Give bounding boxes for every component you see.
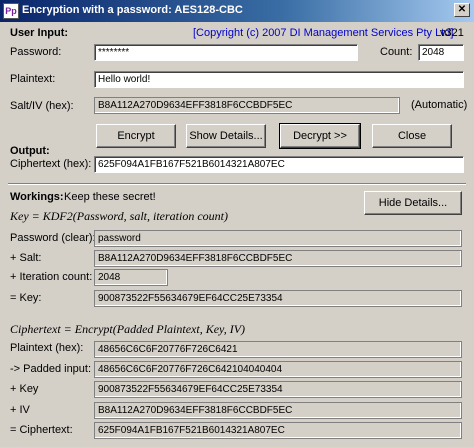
iteration-count-label: + Iteration count: — [10, 271, 93, 283]
show-details-button[interactable]: Show Details... — [186, 124, 266, 148]
decrypt-button[interactable]: Decrypt >> — [279, 123, 361, 149]
plaintext-label: Plaintext: — [10, 73, 56, 85]
section-divider — [8, 183, 466, 185]
close-button[interactable]: Close — [372, 124, 452, 148]
close-window-icon[interactable]: ✕ — [454, 3, 470, 17]
count-label: Count: — [380, 46, 413, 58]
work-ciphertext-label: = Ciphertext: — [10, 424, 73, 436]
work-iv-field: B8A112A270D9634EFF3818F6CCBDF5EC — [94, 402, 462, 419]
count-input[interactable]: 2048 — [418, 44, 464, 61]
work-key2-label: + Key — [10, 383, 39, 395]
encrypt-button[interactable]: Encrypt — [96, 124, 176, 148]
work-salt-label: + Salt: — [10, 252, 42, 264]
salt-field: B8A112A270D9634EFF3818F6CCBDF5EC — [94, 97, 400, 114]
automatic-label: (Automatic) — [411, 99, 468, 111]
work-password-field: password — [94, 230, 462, 247]
plaintext-input[interactable]: Hello world! — [94, 71, 464, 88]
work-password-label: Password (clear): — [10, 232, 96, 244]
cipher-formula: Ciphertext = Encrypt(Padded Plaintext, K… — [10, 322, 246, 336]
ciphertext-label: Ciphertext (hex): — [10, 158, 92, 170]
work-key-field: 900873522F55634679EF64CC25E73354 — [94, 290, 462, 307]
workings-note: Keep these secret! — [64, 191, 156, 203]
work-salt-field: B8A112A270D9634EFF3818F6CCBDF5EC — [94, 250, 462, 267]
work-ciphertext-field: 625F094A1FB167F521B6014321A807EC — [94, 422, 462, 439]
app-icon: Pp — [3, 3, 19, 19]
copyright-link[interactable]: [Copyright (c) 2007 DI Management Servic… — [193, 27, 453, 39]
key-formula: Key = KDF2(Password, salt, iteration cou… — [10, 209, 228, 223]
work-key2-field: 900873522F55634679EF64CC25E73354 — [94, 381, 462, 398]
iteration-count-field: 2048 — [94, 269, 168, 286]
hide-details-button[interactable]: Hide Details... — [364, 191, 462, 215]
password-input[interactable]: ******** — [94, 44, 358, 61]
window-title: Encryption with a password: AES128-CBC — [22, 4, 243, 16]
padded-input-label: -> Padded input: — [10, 363, 92, 375]
work-iv-label: + IV — [10, 404, 30, 416]
workings-heading: Workings: — [10, 191, 64, 203]
user-input-heading: User Input: — [10, 27, 69, 39]
salt-label: Salt/IV (hex): — [10, 100, 74, 112]
work-key-label: = Key: — [10, 292, 42, 304]
plaintext-hex-label: Plaintext (hex): — [10, 342, 84, 354]
output-heading: Output: — [10, 145, 50, 157]
version-label: v321 — [440, 27, 464, 39]
padded-input-field: 48656C6C6F20776F726C642104040404 — [94, 361, 462, 378]
ciphertext-output[interactable]: 625F094A1FB167F521B6014321A807EC — [94, 156, 464, 173]
password-label: Password: — [10, 46, 62, 58]
plaintext-hex-field: 48656C6C6F20776F726C6421 — [94, 341, 462, 358]
